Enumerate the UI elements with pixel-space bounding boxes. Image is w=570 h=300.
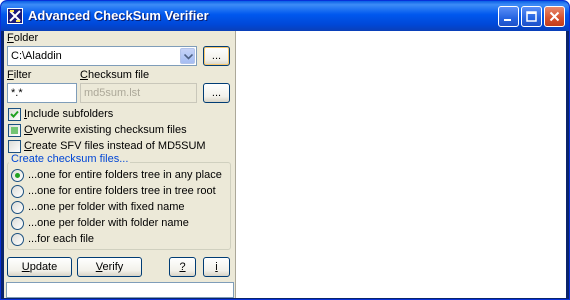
filter-input[interactable]: *.*: [7, 83, 77, 103]
radio-selected-dot: [15, 173, 20, 178]
radio-tree-root[interactable]: [11, 185, 24, 198]
app-window: Advanced CheckSum Verifier Folder C:\Ala…: [0, 0, 570, 300]
maximize-button[interactable]: [521, 6, 542, 27]
browse-folder-button[interactable]: ...: [203, 46, 230, 66]
info-button[interactable]: i: [203, 257, 230, 277]
filter-label: Filter: [7, 69, 32, 81]
radio-fixed-name[interactable]: [11, 201, 24, 214]
title-bar[interactable]: Advanced CheckSum Verifier: [1, 1, 569, 31]
radio-each-file[interactable]: [11, 233, 24, 246]
overwrite-label[interactable]: Overwrite existing checksum files: [24, 124, 187, 136]
radio-label[interactable]: ...for each file: [28, 233, 94, 245]
help-button[interactable]: ?: [169, 257, 196, 277]
update-button[interactable]: Update: [7, 257, 72, 277]
create-sfv-label[interactable]: Create SFV files instead of MD5SUM: [24, 140, 206, 152]
folder-value: C:\Aladdin: [11, 50, 62, 62]
radio-label[interactable]: ...one per folder with fixed name: [28, 201, 185, 213]
indeterminate-mark: [11, 127, 18, 134]
radio-label[interactable]: ...one for entire folders tree in any pl…: [28, 169, 222, 181]
folder-combo[interactable]: C:\Aladdin: [7, 46, 197, 66]
window-title: Advanced CheckSum Verifier: [28, 8, 209, 23]
app-icon[interactable]: [7, 8, 23, 24]
include-subfolders-label[interactable]: Include subfolders: [24, 108, 113, 120]
minimize-button[interactable]: [498, 6, 519, 27]
overwrite-checkbox[interactable]: [8, 124, 21, 137]
create-sfv-checkbox[interactable]: [8, 140, 21, 153]
checksum-file-input[interactable]: md5sum.lst: [80, 83, 197, 103]
close-button[interactable]: [544, 6, 565, 27]
status-field: [6, 282, 234, 298]
create-checksum-group-title: Create checksum files...: [9, 153, 131, 165]
radio-label[interactable]: ...one per folder with folder name: [28, 217, 189, 229]
options-pane: Folder C:\Aladdin ... Filter Checksum fi…: [4, 31, 236, 298]
folder-label: Folder: [7, 32, 39, 44]
browse-checksum-file-button[interactable]: ...: [203, 83, 230, 103]
radio-label[interactable]: ...one for entire folders tree in tree r…: [28, 185, 216, 197]
client-area: Folder C:\Aladdin ... Filter Checksum fi…: [4, 31, 566, 298]
chevron-down-icon[interactable]: [180, 48, 195, 64]
radio-folder-name[interactable]: [11, 217, 24, 230]
radio-tree-any-place[interactable]: [11, 169, 24, 182]
checkmark-icon: [10, 110, 19, 118]
verify-button[interactable]: Verify: [77, 257, 142, 277]
results-pane[interactable]: [237, 31, 566, 298]
include-subfolders-checkbox[interactable]: [8, 108, 21, 121]
checksum-file-label: Checksum file: [80, 69, 150, 81]
